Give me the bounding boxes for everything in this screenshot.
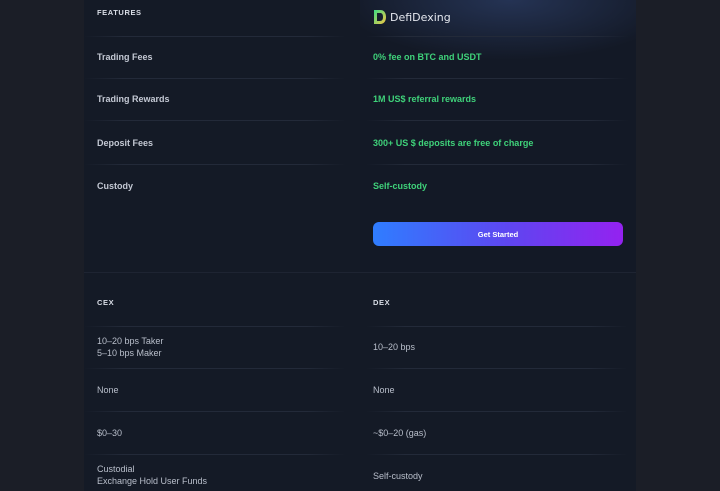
dex-custody: Self-custody bbox=[373, 471, 423, 481]
divider bbox=[366, 368, 628, 369]
feature-value-custody: Self-custody bbox=[373, 181, 428, 191]
cex-trading-fees-taker: 10–20 bps Taker bbox=[97, 336, 164, 346]
feature-value-trading-fees: 0% fee on BTC and USDT bbox=[373, 52, 482, 62]
feature-label-deposit-fees: Deposit Fees bbox=[97, 138, 154, 148]
features-header: FEATURES bbox=[97, 8, 142, 17]
feature-label-custody: Custody bbox=[97, 181, 133, 191]
feature-label-trading-fees: Trading Fees bbox=[97, 52, 153, 62]
dex-trading-fees: 10–20 bps bbox=[373, 342, 416, 352]
cex-custody-detail: Exchange Hold User Funds bbox=[97, 476, 208, 486]
divider bbox=[366, 120, 628, 121]
divider bbox=[366, 164, 628, 165]
dex-header: DEX bbox=[373, 298, 391, 307]
feature-value-trading-rewards: 1M US$ referral rewards bbox=[373, 94, 477, 104]
divider bbox=[366, 411, 628, 412]
defidexing-logo-icon bbox=[373, 9, 387, 25]
cex-trading-fees: 10–20 bps Taker 5–10 bps Maker bbox=[97, 335, 163, 359]
divider bbox=[366, 78, 628, 79]
divider bbox=[84, 368, 346, 369]
feature-value-deposit-fees: 300+ US $ deposits are free of charge bbox=[373, 138, 534, 148]
divider bbox=[366, 326, 628, 327]
cex-deposit-fees: $0–30 bbox=[97, 428, 123, 438]
feature-comparison-section: FEATURES Trading Fees Trading Rewards De… bbox=[84, 0, 636, 273]
brand-name: DefiDexing bbox=[390, 10, 451, 24]
divider bbox=[84, 454, 346, 455]
divider bbox=[84, 164, 346, 165]
feature-label-trading-rewards: Trading Rewards bbox=[97, 94, 170, 104]
cex-trading-fees-maker: 5–10 bps Maker bbox=[97, 348, 162, 358]
cex-trading-rewards: None bbox=[97, 385, 119, 395]
get-started-button[interactable]: Get Started bbox=[373, 222, 623, 246]
brand: DefiDexing bbox=[373, 9, 451, 25]
divider bbox=[366, 36, 628, 37]
cex-header: CEX bbox=[97, 298, 115, 307]
cex-custody: Custodial Exchange Hold User Funds bbox=[97, 463, 207, 487]
cex-custody-type: Custodial bbox=[97, 464, 135, 474]
dex-deposit-fees: ~$0–20 (gas) bbox=[373, 428, 427, 438]
divider bbox=[84, 411, 346, 412]
divider bbox=[366, 454, 628, 455]
divider bbox=[84, 326, 346, 327]
divider bbox=[84, 120, 346, 121]
comparison-panel: FEATURES Trading Fees Trading Rewards De… bbox=[84, 0, 636, 491]
divider bbox=[84, 78, 346, 79]
dex-trading-rewards: None bbox=[373, 385, 395, 395]
divider bbox=[84, 36, 346, 37]
